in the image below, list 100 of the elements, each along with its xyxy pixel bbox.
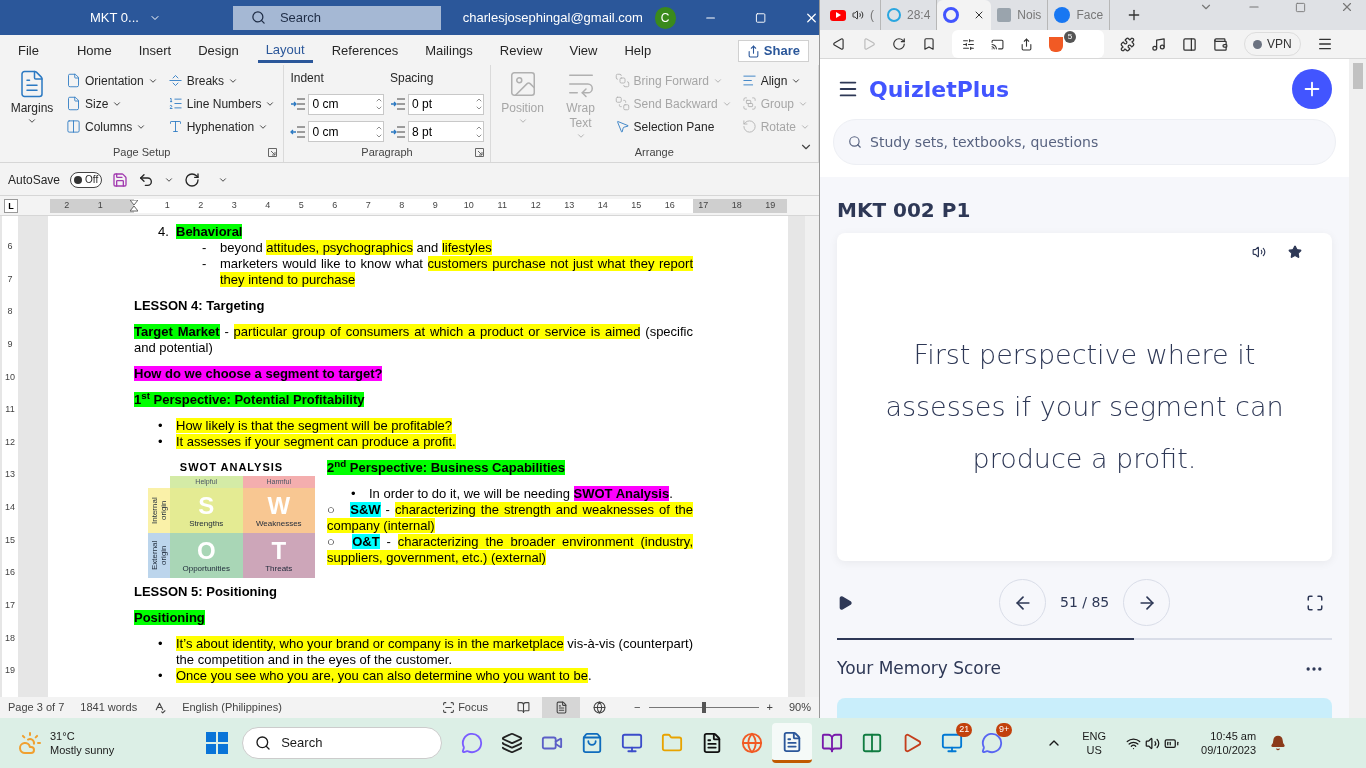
ribbon-tab[interactable]: Review	[491, 39, 551, 63]
brand-logo[interactable]: QuizletPlus	[869, 72, 1010, 106]
scrollbar[interactable]	[805, 216, 819, 697]
language-label[interactable]: English (Philippines)	[182, 699, 282, 716]
address-bar[interactable]: 5	[952, 30, 1104, 58]
search-field[interactable]: Study sets, textbooks, questions	[833, 119, 1336, 165]
flashcard[interactable]: First perspective where it assesses if your segment can produce a profit.	[837, 233, 1332, 561]
bookmark-icon[interactable]	[922, 37, 936, 51]
view-button[interactable]	[542, 697, 581, 718]
redo-icon[interactable]	[184, 171, 201, 188]
line-spacing-icon	[390, 97, 406, 112]
ribbon-tab[interactable]: Home	[68, 39, 120, 63]
ribbon-tab[interactable]: Mailings	[417, 39, 481, 63]
wifi-icon[interactable]	[1126, 735, 1142, 751]
spreadsheet-icon	[861, 732, 884, 754]
wallet-icon[interactable]	[1213, 36, 1228, 52]
ribbon-button[interactable]: Breaks	[165, 69, 278, 92]
ruler-number: 15	[5, 533, 15, 547]
save-icon[interactable]	[112, 171, 129, 188]
paragraph: 2$^{nd}$ Perspective: Business Capabilities	[327, 460, 567, 476]
ribbon-button[interactable]: Hyphenation	[165, 115, 278, 138]
notification-icon[interactable]	[1270, 735, 1287, 751]
section-heading: Your Memory Score	[837, 657, 1001, 680]
menu-icon[interactable]	[1316, 36, 1333, 52]
speaker-icon[interactable]	[852, 9, 864, 21]
browser-tab[interactable]	[937, 0, 992, 30]
close-icon[interactable]	[1340, 0, 1354, 14]
align-icon	[741, 73, 757, 88]
speaker-icon[interactable]	[1252, 245, 1266, 259]
ribbon-tab[interactable]: Help	[616, 39, 660, 63]
spin-field[interactable]: 8 pt	[408, 121, 484, 143]
language-code[interactable]: ENG	[1082, 729, 1107, 743]
sliders-icon	[962, 37, 975, 51]
taskbar-app[interactable]	[772, 723, 813, 763]
taskbar-app[interactable]: 21	[932, 723, 973, 763]
sidebar-icon[interactable]	[1182, 36, 1197, 52]
list-item: It assesses if your segment can produce a profit.	[176, 434, 457, 450]
ribbon-button[interactable]: Line Numbers	[165, 92, 278, 115]
reload-icon[interactable]	[892, 37, 906, 51]
search-field[interactable]: Search	[242, 727, 443, 759]
ribbon-button[interactable]: Size	[64, 92, 160, 115]
page-icon	[554, 701, 568, 714]
list-item: ○ S&W - characterizing the strength and weaknesses of the company (internal)	[327, 502, 693, 534]
maximize-icon[interactable]	[1295, 2, 1306, 13]
clock-date[interactable]: 09/10/2023	[1201, 743, 1257, 757]
ruler-number: 16	[663, 198, 676, 212]
ribbon-button[interactable]: Align	[739, 69, 812, 92]
autosave-toggle[interactable]: Off	[70, 171, 103, 188]
clock-time[interactable]: 10:45 am	[1210, 729, 1257, 743]
music-note-icon[interactable]	[1151, 36, 1166, 52]
ribbon-tab[interactable]: Design	[190, 39, 247, 63]
document-title[interactable]: MKT 0...	[90, 7, 161, 28]
ribbon-tab[interactable]: File	[10, 39, 47, 63]
ribbon-button[interactable]: Orientation	[64, 69, 160, 92]
ribbon-tab[interactable]: View	[561, 39, 606, 63]
focus-button[interactable]: Focus	[442, 699, 489, 716]
dialog-launcher-icon[interactable]	[268, 147, 278, 157]
play-logo-icon	[830, 9, 846, 21]
spin-field[interactable]: 0 pt	[408, 94, 484, 115]
tab-title: 28:4	[907, 7, 931, 24]
spin-field[interactable]: 0 cm	[308, 94, 384, 115]
search-field[interactable]: Search	[232, 5, 441, 30]
taskbar-app[interactable]: 9+	[972, 723, 1013, 763]
ribbon-button[interactable]: Selection Pane	[612, 115, 734, 138]
card-counter: 51 / 85	[1060, 593, 1110, 612]
word-count[interactable]: 1841 words	[80, 699, 138, 716]
ruler-number: 14	[596, 198, 609, 212]
spin-field[interactable]: 0 cm	[308, 121, 384, 143]
ribbon-tab[interactable]: References	[323, 39, 407, 63]
back-icon[interactable]	[832, 37, 846, 51]
fullscreen-icon[interactable]	[1306, 593, 1324, 612]
scrollbar[interactable]	[1349, 59, 1366, 718]
page-count[interactable]: Page 3 of 7	[8, 699, 65, 716]
tab-title: Face	[1076, 7, 1104, 24]
list-number: 4.	[158, 224, 170, 240]
puzzle-icon[interactable]	[1120, 36, 1135, 52]
ribbon-button[interactable]: Margins	[6, 69, 58, 126]
lesson-heading: LESSON 5: Positioning	[134, 584, 278, 600]
tab-stop-selector[interactable]: L	[4, 198, 18, 213]
zoom-thumb[interactable]	[701, 702, 706, 713]
zoom-level[interactable]: 90%	[788, 699, 811, 716]
region-code[interactable]: US	[1086, 743, 1102, 757]
ruler-number: 16	[5, 566, 15, 580]
play-icon[interactable]	[837, 594, 853, 611]
proofing-icon[interactable]	[153, 701, 167, 714]
indent-icon	[290, 97, 307, 112]
start-icon[interactable]	[206, 732, 229, 754]
volume-icon[interactable]	[1145, 735, 1161, 751]
share-button[interactable]: Share	[737, 40, 809, 62]
ribbon-tab[interactable]: Insert	[130, 39, 180, 63]
indent-marker-icon[interactable]	[129, 199, 138, 212]
undo-icon[interactable]	[138, 171, 155, 188]
zoom-out-button[interactable]: −	[634, 699, 641, 716]
dialog-launcher-icon[interactable]	[474, 147, 484, 157]
avatar[interactable]: C	[654, 6, 676, 29]
star-icon[interactable]	[1288, 245, 1302, 259]
ribbon-button[interactable]: Columns	[64, 115, 160, 138]
search-icon	[255, 735, 272, 751]
zoom-in-button[interactable]: +	[766, 699, 773, 716]
create-button[interactable]	[1292, 69, 1332, 109]
